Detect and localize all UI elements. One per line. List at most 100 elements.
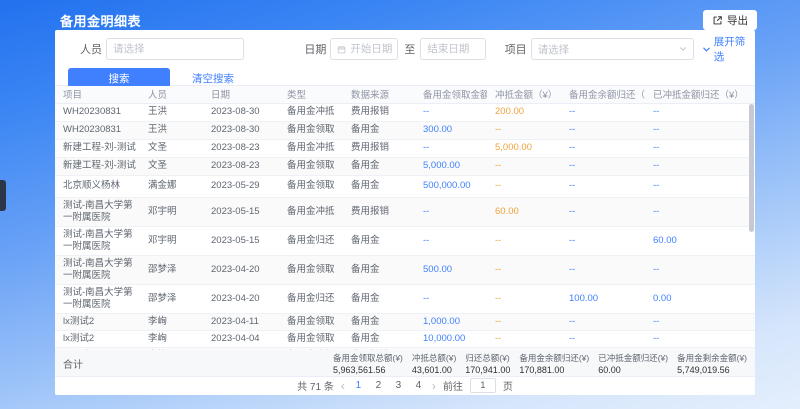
export-button[interactable]: 导出 bbox=[703, 10, 757, 30]
summary-value: 60.00 bbox=[598, 365, 668, 375]
cell-receive-amount[interactable]: 300.00 bbox=[415, 121, 487, 139]
date-start-field[interactable] bbox=[350, 43, 396, 55]
cell-receive-amount: -- bbox=[415, 226, 487, 255]
cell-offset-return: -- bbox=[645, 313, 755, 330]
col-header-person: 人员 bbox=[140, 86, 203, 103]
cell-date: 2023-05-15 bbox=[203, 197, 279, 226]
cell-type: 备用金冲抵 bbox=[279, 197, 343, 226]
cell-receive-amount[interactable]: 5,000.00 bbox=[415, 157, 487, 175]
cell-person: 邵梦泽 bbox=[140, 284, 203, 313]
cell-offset-amount: -- bbox=[487, 157, 561, 175]
summary-value: 170,941.00 bbox=[465, 365, 510, 375]
project-select-placeholder: 请选择 bbox=[538, 42, 679, 57]
vertical-scrollbar[interactable] bbox=[749, 104, 754, 232]
cell-date: 2023-05-29 bbox=[203, 175, 279, 197]
table-row: 测试-南昌大学第一附属医院 邓宇明 2023-05-15 备用金归还 备用金 -… bbox=[55, 226, 755, 255]
col-header-receive-amount: 备用金领取金额（¥） bbox=[415, 86, 487, 103]
cell-balance-return: -- bbox=[561, 347, 645, 350]
chevron-down-icon bbox=[679, 45, 687, 53]
summary-value: 5,749,019.56 bbox=[677, 365, 747, 375]
cell-receive-amount[interactable]: 1,000.00 bbox=[415, 313, 487, 330]
date-end-field[interactable] bbox=[427, 43, 478, 55]
person-input[interactable] bbox=[113, 43, 237, 55]
cell-project: lx测试2 bbox=[55, 330, 140, 347]
person-filter-label: 人员 bbox=[80, 41, 102, 57]
page-title: 备用金明细表 bbox=[60, 11, 141, 30]
col-header-offset-amount: 冲抵金额（¥） bbox=[487, 86, 561, 103]
summary-value: 43,601.00 bbox=[412, 365, 456, 375]
summary-label: 冲抵总额(¥) bbox=[412, 352, 456, 364]
cell-offset-amount[interactable]: 5,000.00 bbox=[487, 139, 561, 157]
col-header-project: 项目 bbox=[55, 86, 140, 103]
page-number-1[interactable]: 1 bbox=[352, 380, 365, 391]
date-end-input[interactable] bbox=[420, 38, 485, 60]
cell-offset-amount[interactable]: 60.00 bbox=[487, 197, 561, 226]
content-card: 人员 日期 至 项目 请选择 bbox=[55, 30, 755, 395]
cell-person: 邓宇明 bbox=[140, 197, 203, 226]
col-header-balance-return: 备用金余额归还（¥） bbox=[561, 86, 645, 103]
cell-balance-return: -- bbox=[561, 139, 645, 157]
expand-filter-link[interactable]: 展开筛选 bbox=[702, 34, 755, 64]
cell-receive-amount[interactable]: 500.00 bbox=[415, 255, 487, 284]
cell-offset-amount: -- bbox=[487, 175, 561, 197]
page-number-4[interactable]: 4 bbox=[412, 380, 425, 391]
cell-source: 备用金 bbox=[343, 175, 415, 197]
cell-receive-amount: -- bbox=[415, 347, 487, 350]
table-row: 新建工程-刘-测试 文圣 2023-08-23 备用金领取 备用金 5,000.… bbox=[55, 157, 755, 175]
cell-offset-return: -- bbox=[645, 121, 755, 139]
person-select-input[interactable] bbox=[106, 38, 244, 60]
clear-search-link[interactable]: 清空搜索 bbox=[192, 71, 234, 86]
cell-balance-return[interactable]: 100.00 bbox=[561, 284, 645, 313]
table-row: WH20230831 王洪 2023-08-30 备用金领取 备用金 300.0… bbox=[55, 121, 755, 139]
cell-type: 备用金领取 bbox=[279, 330, 343, 347]
cell-source: 费用报销 bbox=[343, 197, 415, 226]
cell-project: lx测试2 bbox=[55, 347, 140, 350]
cell-balance-return: -- bbox=[561, 103, 645, 121]
cell-offset-amount: -- bbox=[487, 121, 561, 139]
drawer-handle[interactable] bbox=[0, 180, 6, 211]
cell-offset-return: -- bbox=[645, 255, 755, 284]
next-page-icon[interactable]: › bbox=[432, 381, 436, 391]
summary-balance-return-total: 备用金余额归还(¥) 170,881.00 bbox=[519, 352, 589, 375]
cell-offset-return: -- bbox=[645, 103, 755, 121]
cell-offset-return: -- bbox=[645, 175, 755, 197]
cell-project: 新建工程-刘-测试 bbox=[55, 139, 140, 157]
date-filter-label: 日期 bbox=[304, 41, 326, 57]
page-number-3[interactable]: 3 bbox=[392, 380, 405, 391]
summary-row: 合计 备用金领取总额(¥) 5,963,561.56 冲抵总额(¥) 43,60… bbox=[55, 350, 755, 377]
summary-label: 备用金剩余金额(¥) bbox=[677, 352, 747, 364]
export-button-label: 导出 bbox=[727, 13, 748, 28]
cell-balance-return: -- bbox=[561, 330, 645, 347]
cell-person: 王洪 bbox=[140, 121, 203, 139]
cell-offset-return[interactable]: 60.00 bbox=[645, 226, 755, 255]
cell-offset-return: -- bbox=[645, 330, 755, 347]
cell-source: 备用金 bbox=[343, 284, 415, 313]
filter-bar: 人员 日期 至 项目 请选择 bbox=[55, 30, 755, 86]
date-start-input[interactable] bbox=[330, 38, 398, 60]
cell-date: 2023-05-15 bbox=[203, 226, 279, 255]
cell-date: 2023-08-30 bbox=[203, 121, 279, 139]
cell-offset-amount[interactable]: 3,000.00 bbox=[487, 347, 561, 350]
cell-balance-return: -- bbox=[561, 255, 645, 284]
calendar-icon bbox=[337, 45, 346, 54]
goto-page-input[interactable] bbox=[470, 378, 496, 393]
summary-value: 170,881.00 bbox=[519, 365, 589, 375]
prev-page-icon[interactable]: ‹ bbox=[341, 381, 345, 391]
cell-receive-amount[interactable]: 500,000.00 bbox=[415, 175, 487, 197]
search-button[interactable]: 搜索 bbox=[68, 68, 170, 88]
page-number-2[interactable]: 2 bbox=[372, 380, 385, 391]
cell-type: 备用金领取 bbox=[279, 157, 343, 175]
cell-offset-amount[interactable]: 200.00 bbox=[487, 103, 561, 121]
cell-date: 2023-04-04 bbox=[203, 330, 279, 347]
cell-project: 测试-南昌大学第一附属医院 bbox=[55, 226, 140, 255]
cell-date: 2023-04-04 bbox=[203, 347, 279, 350]
project-select[interactable]: 请选择 bbox=[531, 38, 694, 60]
summary-label: 备用金领取总额(¥) bbox=[333, 352, 403, 364]
cell-offset-return[interactable]: 0.00 bbox=[645, 284, 755, 313]
cell-source: 费用报销 bbox=[343, 139, 415, 157]
cell-balance-return: -- bbox=[561, 175, 645, 197]
cell-receive-amount[interactable]: 10,000.00 bbox=[415, 330, 487, 347]
cell-project: 北京顺义杨林 bbox=[55, 175, 140, 197]
date-to-label: 至 bbox=[404, 41, 415, 57]
cell-project: 测试-南昌大学第一附属医院 bbox=[55, 255, 140, 284]
